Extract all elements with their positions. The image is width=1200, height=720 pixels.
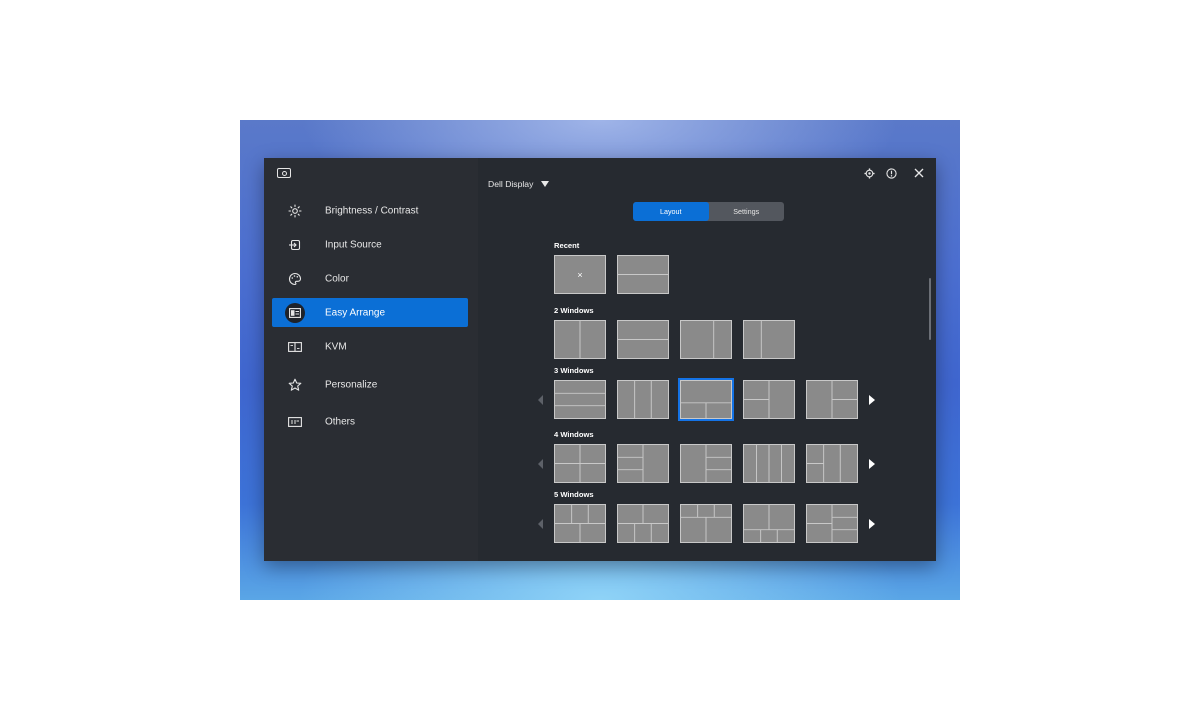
sidebar-item-others[interactable]: Others: [272, 407, 468, 436]
chevron-right-icon[interactable]: [869, 519, 875, 529]
layout-5-windows-5[interactable]: [806, 504, 858, 543]
sidebar-item-label: Easy Arrange: [325, 307, 386, 318]
sidebar-item-personalize[interactable]: Personalize: [272, 370, 468, 399]
sidebar-item-input-source[interactable]: Input Source: [272, 230, 468, 259]
section-title-2-windows: 2 Windows: [554, 306, 594, 315]
palette-icon: [285, 269, 305, 289]
kvm-icon: [285, 337, 305, 357]
info-icon[interactable]: [885, 167, 897, 179]
chevron-left-icon[interactable]: [538, 519, 543, 529]
layout-5-windows-2[interactable]: [617, 504, 669, 543]
chevron-right-icon[interactable]: [869, 395, 875, 405]
section-title-3-windows: 3 Windows: [554, 366, 594, 375]
sidebar-item-kvm[interactable]: KVM: [272, 332, 468, 361]
chevron-down-icon[interactable]: [541, 181, 550, 187]
sun-icon: [285, 201, 305, 221]
tab-settings[interactable]: Settings: [709, 202, 785, 221]
layout-5-windows-4[interactable]: [743, 504, 795, 543]
scrollbar[interactable]: [929, 278, 931, 340]
monitor-selector[interactable]: Dell Display: [488, 177, 550, 191]
chevron-right-icon[interactable]: [869, 459, 875, 469]
layout-3-windows-2[interactable]: [617, 380, 669, 419]
layout-3-windows-4[interactable]: [743, 380, 795, 419]
layout-4-windows-1[interactable]: [554, 444, 606, 483]
input-icon: [285, 235, 305, 255]
sidebar-item-label: Others: [325, 416, 356, 427]
sidebar-item-label: KVM: [325, 341, 347, 352]
tab-layout[interactable]: Layout: [633, 202, 709, 221]
layout-3-windows-3[interactable]: [678, 378, 734, 421]
chevron-left-icon[interactable]: [538, 459, 543, 469]
sidebar-item-brightness-contrast[interactable]: Brightness / Contrast: [272, 196, 468, 225]
close-icon[interactable]: [913, 167, 925, 179]
dell-display-manager-window: Brightness / Contrast Input Source Color…: [264, 158, 936, 561]
layout-4-windows-2[interactable]: [617, 444, 669, 483]
monitor-icon: [277, 168, 291, 178]
layout-5-windows-3[interactable]: [680, 504, 732, 543]
sidebar-item-label: Input Source: [325, 239, 382, 250]
section-title-recent: Recent: [554, 241, 580, 250]
layout-2-windows-2[interactable]: [617, 320, 669, 359]
recent-layout-1[interactable]: [617, 255, 669, 294]
others-icon: [285, 412, 305, 432]
easy-arrange-icon: [285, 302, 305, 323]
sidebar-item-label: Brightness / Contrast: [325, 205, 419, 216]
star-icon: [285, 375, 305, 395]
monitor-name: Dell Display: [488, 179, 534, 189]
section-title-4-windows: 4 Windows: [554, 430, 594, 439]
layout-3-windows-5[interactable]: [806, 380, 858, 419]
sidebar-item-easy-arrange[interactable]: Easy Arrange: [272, 298, 468, 327]
layout-settings-tabs: Layout Settings: [633, 202, 784, 221]
sidebar: Brightness / Contrast Input Source Color…: [264, 158, 478, 561]
sidebar-item-label: Color: [325, 273, 349, 284]
chevron-left-icon[interactable]: [538, 395, 543, 405]
close-icon[interactable]: ×: [555, 256, 605, 293]
sidebar-item-label: Personalize: [325, 379, 378, 390]
layout-4-windows-3[interactable]: [680, 444, 732, 483]
sidebar-item-color[interactable]: Color: [272, 264, 468, 293]
layout-2-windows-3[interactable]: [680, 320, 732, 359]
layout-4-windows-5[interactable]: [806, 444, 858, 483]
layout-4-windows-4[interactable]: [743, 444, 795, 483]
layout-2-windows-4[interactable]: [743, 320, 795, 359]
layout-3-windows-1[interactable]: [554, 380, 606, 419]
layout-5-windows-1[interactable]: [554, 504, 606, 543]
section-title-5-windows: 5 Windows: [554, 490, 594, 499]
recent-layout-empty[interactable]: ×: [554, 255, 606, 294]
gear-icon[interactable]: [863, 167, 875, 179]
layout-2-windows-1[interactable]: [554, 320, 606, 359]
